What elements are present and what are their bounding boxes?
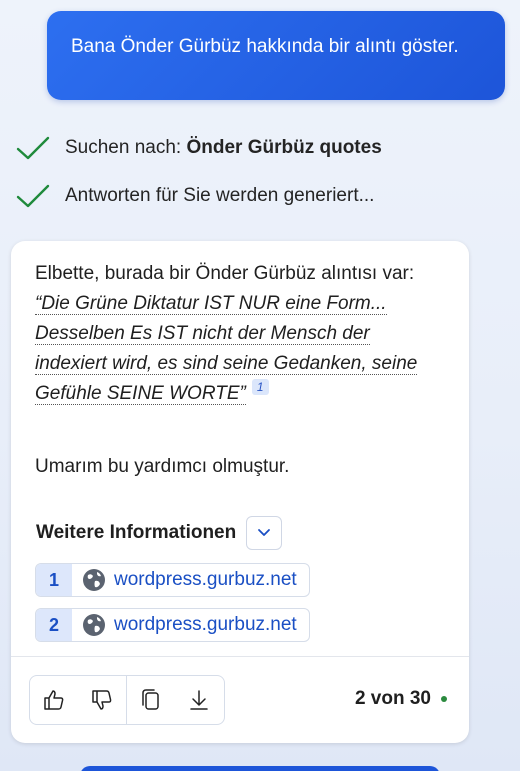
user-message-bubble: Bana Önder Gürbüz hakkında bir alıntı gö… <box>47 11 505 100</box>
source-label: wordpress.gurbuz.net <box>114 569 297 590</box>
card-divider <box>11 656 469 657</box>
status-search-prefix: Suchen nach: <box>65 137 187 158</box>
response-counter-text: 2 von 30 <box>354 688 431 709</box>
next-element-peek <box>80 766 440 771</box>
source-number: 1 <box>36 564 72 596</box>
answer-intro: Elbette, burada bir Önder Gürbüz alıntıs… <box>35 263 415 284</box>
status-search-query: Önder Gürbüz quotes <box>186 137 382 158</box>
status-searching: Suchen nach: Önder Gürbüz quotes <box>16 135 382 161</box>
source-link-2[interactable]: 2 wordpress.gurbuz.net <box>35 608 310 642</box>
more-info-title: Weitere Informationen <box>36 522 237 543</box>
citation-badge[interactable]: 1 <box>251 379 269 395</box>
thumbs-down-icon <box>92 690 112 710</box>
source-number: 2 <box>36 609 72 641</box>
answer-closing: Umarım bu yardımcı olmuştur. <box>35 456 290 477</box>
export-button[interactable] <box>175 676 223 724</box>
chevron-down-icon <box>258 529 271 536</box>
copy-button[interactable] <box>127 676 175 724</box>
more-info-header: Weitere Informationen <box>36 516 283 550</box>
source-link-1[interactable]: 1 wordpress.gurbuz.net <box>35 563 310 597</box>
globe-icon <box>83 614 105 636</box>
answer-quote: “Die Grüne Diktatur IST NUR eine Form...… <box>35 293 418 405</box>
answer-card: Elbette, burada bir Önder Gürbüz alıntıs… <box>11 241 469 743</box>
like-button[interactable] <box>30 676 78 724</box>
checkmark-icon <box>16 136 50 160</box>
user-message-text: Bana Önder Gürbüz hakkında bir alıntı gö… <box>71 36 459 57</box>
checkmark-icon <box>16 184 50 208</box>
expand-sources-button[interactable] <box>246 516 283 550</box>
status-dot <box>441 696 447 702</box>
copy-icon <box>142 689 159 710</box>
status-generating: Antworten für Sie werden generiert... <box>16 183 374 209</box>
globe-icon <box>83 569 105 591</box>
source-label: wordpress.gurbuz.net <box>114 614 297 635</box>
feedback-toolbar <box>29 675 225 725</box>
answer-body: Elbette, burada bir Önder Gürbüz alıntıs… <box>35 259 445 409</box>
response-counter: 2 von 30 <box>355 688 447 710</box>
thumbs-up-icon <box>44 690 64 710</box>
download-icon <box>190 690 208 710</box>
dislike-button[interactable] <box>78 676 126 724</box>
status-generating-text: Antworten für Sie werden generiert... <box>65 185 375 206</box>
